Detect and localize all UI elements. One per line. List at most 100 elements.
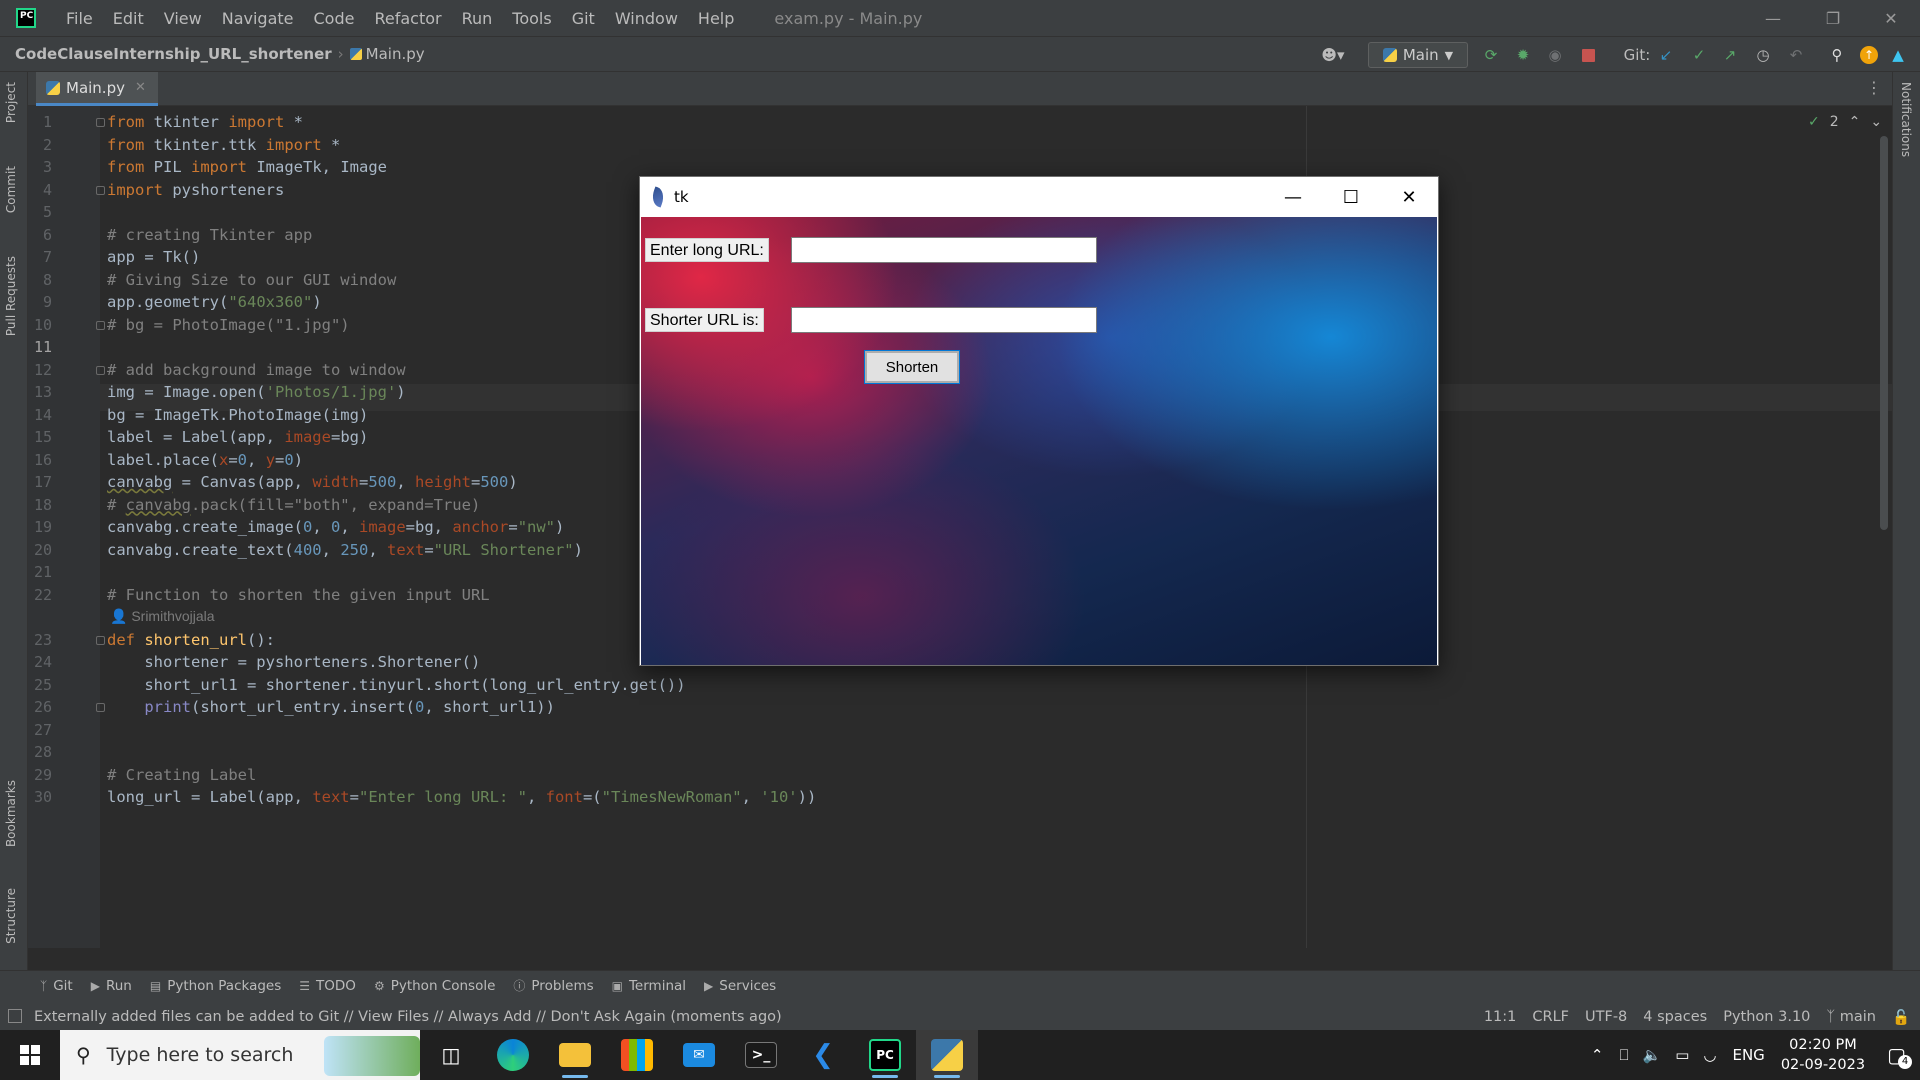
run-icon: ▶ — [90, 978, 100, 993]
volume-icon[interactable]: 🔈 — [1643, 1046, 1662, 1064]
menu-run[interactable]: Run — [452, 9, 503, 28]
tool-git[interactable]: ᛉ Git — [40, 978, 73, 994]
python-app[interactable] — [916, 1030, 978, 1080]
close-button[interactable]: ✕ — [1862, 0, 1920, 36]
shorten-button[interactable]: Shorten — [864, 350, 960, 384]
tool-problems[interactable]: ⓘ Problems — [513, 977, 593, 994]
input-language[interactable]: ENG — [1732, 1046, 1764, 1064]
tk-title-bar[interactable]: tk — ☐ ✕ — [640, 177, 1438, 217]
terminal-app[interactable]: >_ — [730, 1030, 792, 1080]
minimize-button[interactable]: — — [1744, 0, 1802, 36]
wifi-icon[interactable]: ◡ — [1703, 1046, 1716, 1064]
coverage-icon[interactable]: ◉ — [1545, 45, 1565, 65]
restore-button[interactable]: ❐ — [1804, 0, 1862, 36]
menu-file[interactable]: File — [56, 9, 103, 28]
rollback-icon[interactable]: ↶ — [1786, 45, 1806, 65]
tool-python-packages[interactable]: ▤ Python Packages — [150, 978, 281, 994]
tk-minimize-button[interactable]: — — [1264, 177, 1322, 217]
layout-toggle-icon[interactable] — [8, 1009, 22, 1023]
notification-center-icon[interactable]: ▢ 4 — [1887, 1043, 1912, 1069]
menu-code[interactable]: Code — [304, 9, 365, 28]
indent-setting[interactable]: 4 spaces — [1643, 1009, 1707, 1025]
git-branch-widget[interactable]: ᛉ main — [1826, 1009, 1876, 1025]
chevron-up-icon[interactable]: ⌃ — [1591, 1046, 1604, 1064]
stop-icon[interactable] — [1578, 45, 1598, 65]
breadcrumb-project[interactable]: CodeClauseInternship_URL_shortener — [15, 45, 332, 63]
tk-close-button[interactable]: ✕ — [1380, 177, 1438, 217]
short-url-entry[interactable] — [791, 307, 1097, 333]
tool-tab-project[interactable]: Project — [4, 82, 18, 123]
clock[interactable]: 02:20 PM 02-09-2023 — [1781, 1035, 1865, 1075]
chevron-up-icon[interactable]: ⌃ — [1849, 114, 1861, 130]
fold-marker-icon[interactable] — [96, 320, 105, 330]
editor-tab-bar: Main.py ✕ ⋮ — [28, 72, 1892, 106]
fold-marker-icon[interactable] — [96, 635, 105, 645]
pycharm-app[interactable]: PC — [854, 1030, 916, 1080]
code-line[interactable]: 30 long_url = Label(app, text="Enter long… — [28, 784, 1828, 811]
tool-tab-pull-requests[interactable]: Pull Requests — [4, 256, 18, 336]
line-separator[interactable]: CRLF — [1532, 1009, 1569, 1025]
menu-window[interactable]: Window — [605, 9, 688, 28]
jetbrains-toolbox-icon[interactable]: ▲ — [1888, 45, 1908, 65]
status-bar: Externally added files can be added to G… — [0, 1004, 1920, 1030]
git-commit-icon[interactable]: ✓ — [1689, 45, 1709, 65]
python-console-icon: ⚙ — [373, 978, 385, 993]
search-icon: ⚲ — [76, 1043, 91, 1067]
taskbar-search[interactable]: ⚲ Type here to search — [60, 1030, 420, 1080]
editor-scrollbar[interactable] — [1880, 136, 1888, 530]
search-icon[interactable]: ⚲ — [1827, 45, 1847, 65]
task-view-button[interactable]: ◫ — [420, 1030, 482, 1080]
menu-navigate[interactable]: Navigate — [212, 9, 304, 28]
menu-refactor[interactable]: Refactor — [364, 9, 451, 28]
caret-position[interactable]: 11:1 — [1484, 1009, 1517, 1025]
meet-now-icon[interactable]: ⎕ — [1620, 1046, 1629, 1064]
debug-icon[interactable]: ✹ — [1513, 45, 1533, 65]
menu-git[interactable]: Git — [562, 9, 605, 28]
long-url-entry[interactable] — [791, 237, 1097, 263]
tool-run[interactable]: ▶ Run — [91, 978, 132, 994]
chevron-down-icon[interactable]: ⌄ — [1870, 114, 1882, 130]
author-inlay-hint[interactable]: 👤 Srimithvojjala — [110, 608, 215, 625]
tab-main-py[interactable]: Main.py ✕ — [36, 72, 158, 106]
edge-app[interactable] — [482, 1030, 544, 1080]
tool-tab-bookmarks[interactable]: Bookmarks — [4, 780, 18, 847]
python-interpreter[interactable]: Python 3.10 — [1723, 1009, 1810, 1025]
fold-marker-icon[interactable] — [96, 118, 105, 127]
inspection-widget[interactable]: ✓ 2 ⌃ ⌄ — [1808, 114, 1882, 130]
lock-icon[interactable]: 🔓 — [1892, 1009, 1910, 1026]
battery-icon[interactable]: ▭ — [1675, 1046, 1689, 1064]
close-tab-icon[interactable]: ✕ — [135, 80, 146, 95]
fold-marker-icon[interactable] — [96, 703, 105, 712]
mail-app[interactable]: ✉ — [668, 1030, 730, 1080]
store-app[interactable] — [606, 1030, 668, 1080]
tool-tab-notifications[interactable]: Notifications — [1899, 82, 1913, 157]
menu-tools[interactable]: Tools — [502, 9, 561, 28]
file-encoding[interactable]: UTF-8 — [1585, 1009, 1627, 1025]
tool-tab-structure[interactable]: Structure — [4, 888, 18, 944]
tool-tab-commit[interactable]: Commit — [4, 166, 18, 213]
vscode-app[interactable]: ❮ — [792, 1030, 854, 1080]
tool-terminal[interactable]: ▣ Terminal — [612, 978, 686, 994]
fold-marker-icon[interactable] — [96, 185, 105, 195]
rerun-icon[interactable]: ⟳ — [1481, 45, 1501, 65]
tk-app-window: tk — ☐ ✕ Enter long URL: Shorter URL is:… — [639, 176, 1439, 666]
more-tabs-icon[interactable]: ⋮ — [1866, 78, 1882, 97]
fold-marker-icon[interactable] — [96, 365, 105, 375]
menu-help[interactable]: Help — [688, 9, 744, 28]
history-icon[interactable]: ◷ — [1753, 45, 1773, 65]
user-icon[interactable]: ☻▾ — [1316, 45, 1350, 65]
git-push-icon[interactable]: ↗ — [1720, 45, 1740, 65]
tool-python-console[interactable]: ⚙ Python Console — [374, 978, 495, 994]
update-icon[interactable]: ↑ — [1859, 45, 1879, 65]
menu-edit[interactable]: Edit — [103, 9, 154, 28]
tool-services[interactable]: ▶ Services — [704, 978, 776, 994]
status-message[interactable]: Externally added files can be added to G… — [34, 1009, 782, 1025]
menu-view[interactable]: View — [154, 9, 212, 28]
git-update-icon[interactable]: ↙ — [1656, 45, 1676, 65]
tk-maximize-button[interactable]: ☐ — [1322, 177, 1380, 217]
tool-todo[interactable]: ☰ TODO — [299, 978, 356, 994]
run-config-select[interactable]: Main ▼ — [1368, 42, 1468, 68]
start-button[interactable] — [0, 1030, 60, 1080]
file-explorer-app[interactable] — [544, 1030, 606, 1080]
breadcrumb-file[interactable]: Main.py — [366, 45, 425, 63]
